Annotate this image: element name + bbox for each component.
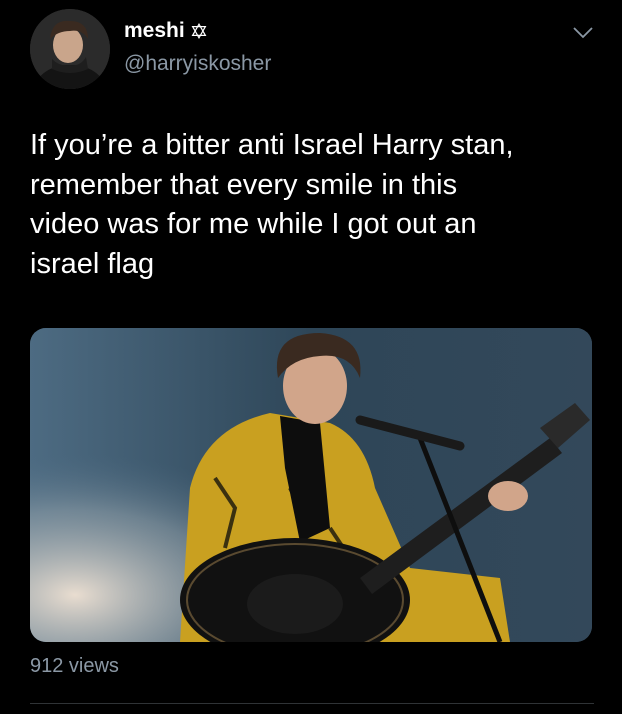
display-name[interactable]: meshi [124,19,185,43]
avatar[interactable] [30,9,110,89]
video-thumbnail[interactable] [30,328,592,642]
tweet-text: If you’re a bitter anti Israel Harry sta… [30,129,514,280]
star-of-david-icon [191,23,207,39]
author-handle[interactable]: @harryiskosher [124,52,271,76]
chevron-down-icon[interactable] [572,26,594,40]
concert-photo [30,328,592,642]
divider [30,703,594,704]
view-count: 912 views [30,655,119,677]
tweet-card: meshi @harryiskosher If you’re a bitter … [0,0,622,714]
author-name-row[interactable]: meshi [124,19,207,43]
avatar-image [30,9,110,89]
